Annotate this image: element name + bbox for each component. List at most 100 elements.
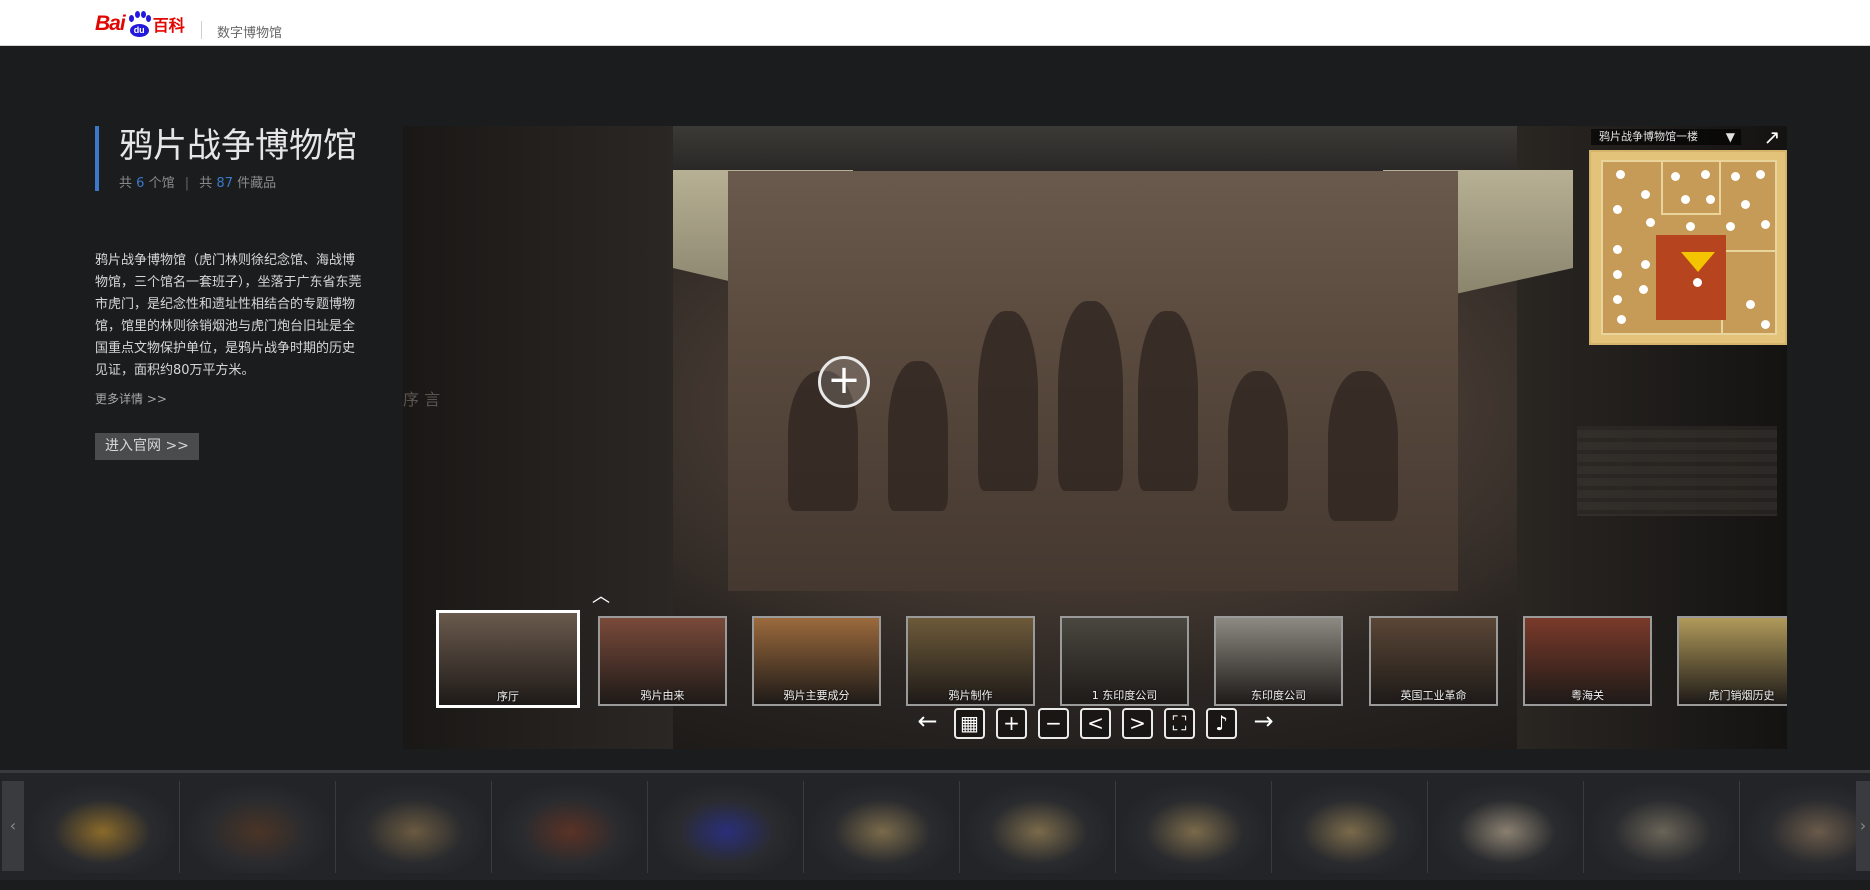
floor-minimap[interactable] (1589, 150, 1787, 345)
halls-suffix: 个馆 (148, 176, 175, 191)
stats-separator: | (184, 176, 190, 191)
collection-item-leather-pot[interactable] (494, 781, 648, 873)
minimap-point[interactable] (1731, 172, 1740, 181)
logo-baike-text: 百科 (152, 16, 185, 35)
scene-thumbnail[interactable]: 鸦片制作 (906, 616, 1035, 706)
scene-thumbnail-label: 虎门销烟历史 (1708, 689, 1775, 702)
minimap-point[interactable] (1761, 320, 1770, 329)
chevron-left-icon[interactable]: < (1080, 708, 1111, 739)
zoom-out-icon[interactable]: − (1038, 708, 1069, 739)
minimap-point[interactable] (1617, 315, 1626, 324)
dropdown-arrow-icon: ▼ (1725, 130, 1735, 144)
scene-thumbnail-label: 东印度公司 (1251, 689, 1306, 702)
fullscreen-icon[interactable]: ⛶ (1164, 708, 1195, 739)
minimap-point[interactable] (1671, 172, 1680, 181)
statue-figure (1138, 311, 1198, 491)
minimap-point[interactable] (1613, 270, 1622, 279)
collection-item-leather-bucket[interactable] (182, 781, 336, 873)
prev-arrow-icon[interactable]: ← (912, 708, 943, 739)
museum-description: 鸦片战争博物馆（虎门林则徐纪念馆、海战博物馆，三个馆名一套班子），坐落于广东省东… (95, 253, 362, 378)
official-site-button[interactable]: 进入官网 >> (95, 433, 199, 460)
collection-item-powder-horn[interactable] (26, 781, 180, 873)
minimap-point[interactable] (1646, 218, 1655, 227)
museum-title-block: 鸦片战争博物馆 共 6 个馆 | 共 87 件藏品 (95, 126, 365, 191)
museum-stats: 共 6 个馆 | 共 87 件藏品 (119, 172, 365, 191)
minimap-point[interactable] (1681, 195, 1690, 204)
collection-item-flag[interactable] (650, 781, 804, 873)
statue-figure (1058, 301, 1123, 491)
strip-right-arrow-icon[interactable]: › (1856, 781, 1870, 871)
scene-thumbnail[interactable]: 1 东印度公司 (1060, 616, 1189, 706)
halls-count: 6 (136, 176, 145, 191)
minimap-point[interactable] (1726, 222, 1735, 231)
zoom-in-icon[interactable]: + (996, 708, 1027, 739)
minimap-point[interactable] (1641, 190, 1650, 199)
scene-thumbnail[interactable]: 粤海关 (1523, 616, 1652, 706)
scene-thumbnail-strip: 序厅 鸦片由来 鸦片主要成分 鸦片制作 1 东印度公司 东印度公司 英国工业革命 粤海关 虎门销… (403, 606, 1787, 708)
items-suffix: 件藏品 (237, 176, 277, 191)
items-count: 87 (216, 176, 233, 191)
collection-item-bottle[interactable] (338, 781, 492, 873)
more-details-link[interactable]: 更多详情 >> (95, 390, 167, 407)
scene-thumbnail[interactable]: 英国工业革命 (1369, 616, 1498, 706)
wall-panel-text (1577, 426, 1777, 516)
site-subtitle[interactable]: 数字博物馆 (217, 22, 282, 41)
statue-figure (1228, 371, 1288, 511)
collection-item-sword-3[interactable] (1118, 781, 1272, 873)
collection-item-spades[interactable] (1586, 781, 1740, 873)
museum-title: 鸦片战争博物馆 (119, 126, 357, 166)
collection-strip: ‹ › (0, 770, 1870, 880)
scene-thumbnail-label: 1 东印度公司 (1091, 689, 1158, 702)
floor-selector-label: 鸦片战争博物馆一楼 (1599, 130, 1698, 143)
minimap-point[interactable] (1616, 170, 1625, 179)
minimap-point[interactable] (1693, 278, 1702, 287)
strip-left-arrow-icon[interactable]: ‹ (2, 781, 24, 871)
collection-item-sword-1[interactable] (806, 781, 960, 873)
minimap-point[interactable] (1741, 200, 1750, 209)
scene-thumbnail-label: 粤海关 (1571, 689, 1604, 702)
scene-thumbnail-label: 英国工业革命 (1400, 689, 1467, 702)
viewer-controls: ← ▦ + − < > ⛶ ♪ → (912, 708, 1279, 739)
minimap-point[interactable] (1613, 245, 1622, 254)
statue-figure (888, 361, 948, 511)
collection-item-axe[interactable] (1742, 781, 1870, 873)
collection-item-sword-2[interactable] (962, 781, 1116, 873)
minimap-point[interactable] (1613, 205, 1622, 214)
statue-figure (1328, 371, 1398, 521)
collection-item-sword-4[interactable] (1274, 781, 1428, 873)
minimap-point[interactable] (1746, 300, 1755, 309)
logo-bai-text: Bai (95, 12, 126, 35)
scene-thumbnail[interactable]: 虎门销烟历史 (1677, 616, 1787, 706)
scene-thumbnail[interactable]: 东印度公司 (1214, 616, 1343, 706)
minimap-point[interactable] (1761, 220, 1770, 229)
minimap-point[interactable] (1706, 195, 1715, 204)
minimap-point[interactable] (1686, 222, 1695, 231)
next-arrow-icon[interactable]: → (1248, 708, 1279, 739)
floor-selector[interactable]: 鸦片战争博物馆一楼 ▼ (1591, 129, 1741, 145)
minimap-point[interactable] (1641, 260, 1650, 269)
minimap-point[interactable] (1613, 295, 1622, 304)
wall-inscription: 序 言 (403, 390, 441, 409)
minimap-point[interactable] (1639, 285, 1648, 294)
logo-divider (201, 21, 202, 39)
expand-icon[interactable]: ↗ (1761, 126, 1783, 148)
scene-thumbnail[interactable]: 鸦片由来 (598, 616, 727, 706)
scene-thumbnail[interactable]: 序厅 (436, 610, 580, 708)
minimap-room (1661, 160, 1721, 215)
chevron-right-icon[interactable]: > (1122, 708, 1153, 739)
minimap-point[interactable] (1756, 170, 1765, 179)
scene-thumbnail[interactable]: 鸦片主要成分 (752, 616, 881, 706)
collapse-thumbnails-icon[interactable]: ︿ (586, 588, 616, 606)
collection-item-swords-pair[interactable] (1430, 781, 1584, 873)
grid-icon[interactable]: ▦ (954, 708, 985, 739)
hotspot-plus-icon[interactable]: + (818, 356, 870, 408)
halls-prefix: 共 (119, 176, 133, 191)
top-bar: Bai du 百科 数字博物馆 (0, 0, 1870, 46)
paw-icon: du (126, 11, 152, 37)
scene-thumbnail-label: 序厅 (497, 690, 519, 703)
sound-icon[interactable]: ♪ (1206, 708, 1237, 739)
panorama-viewer[interactable]: 序 言 + 鸦片战争博物馆一楼 ▼ ↗ ︿ 序厅 鸦片由来 鸦片主要成分 鸦片制… (403, 126, 1787, 749)
minimap-point[interactable] (1701, 170, 1710, 179)
statue-figure (978, 311, 1038, 491)
baidu-baike-logo[interactable]: Bai du 百科 (95, 8, 185, 40)
